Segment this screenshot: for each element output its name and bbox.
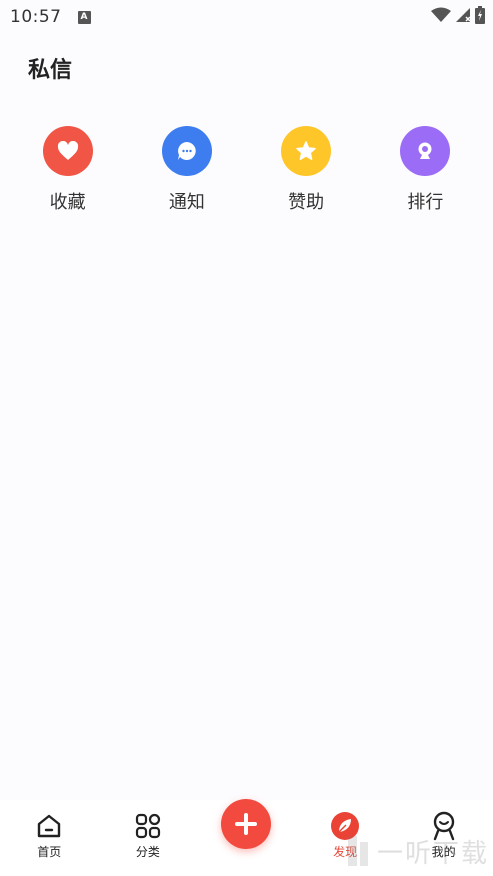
grid-icon — [133, 811, 163, 841]
quick-action-ranking[interactable]: 排行 — [380, 126, 470, 214]
quick-action-label: 收藏 — [49, 192, 86, 213]
battery-charging-icon — [475, 6, 485, 28]
quick-action-notifications[interactable]: 通知 — [142, 126, 232, 214]
signal-icon — [455, 7, 471, 27]
nav-label: 分类 — [135, 845, 160, 859]
page-title: 私信 — [28, 58, 73, 83]
home-icon — [34, 811, 64, 841]
quick-actions: 收藏 通知 赞助 排行 — [0, 126, 493, 214]
quick-action-favorites[interactable]: 收藏 — [23, 126, 113, 214]
nav-label: 首页 — [37, 845, 62, 859]
nav-item-home[interactable]: 首页 — [9, 811, 89, 860]
status-icons — [431, 6, 485, 28]
plus-icon — [235, 813, 257, 835]
quick-action-label: 排行 — [407, 192, 444, 213]
trophy-icon — [400, 126, 451, 176]
status-bar: 10:57 A — [0, 0, 493, 34]
heart-icon — [42, 126, 93, 176]
watermark-text: 一听下载 — [376, 838, 489, 869]
status-time: 10:57 — [10, 7, 62, 27]
screen: 10:57 A 私信 收藏 通知 赞助 排行 首页 分类 发现 我的 一听下载 — [0, 0, 493, 876]
star-icon — [281, 126, 332, 176]
a-icon: A — [77, 10, 91, 24]
chat-bubble-icon — [161, 126, 212, 176]
add-button[interactable] — [221, 799, 271, 849]
quick-action-label: 赞助 — [288, 192, 325, 213]
watermark: 一听下载 — [345, 832, 489, 870]
watermark-logo-icon — [347, 836, 368, 866]
quick-action-sponsor[interactable]: 赞助 — [261, 126, 351, 214]
nav-item-category[interactable]: 分类 — [108, 811, 188, 860]
wifi-icon — [431, 7, 451, 27]
quick-action-label: 通知 — [168, 192, 205, 213]
